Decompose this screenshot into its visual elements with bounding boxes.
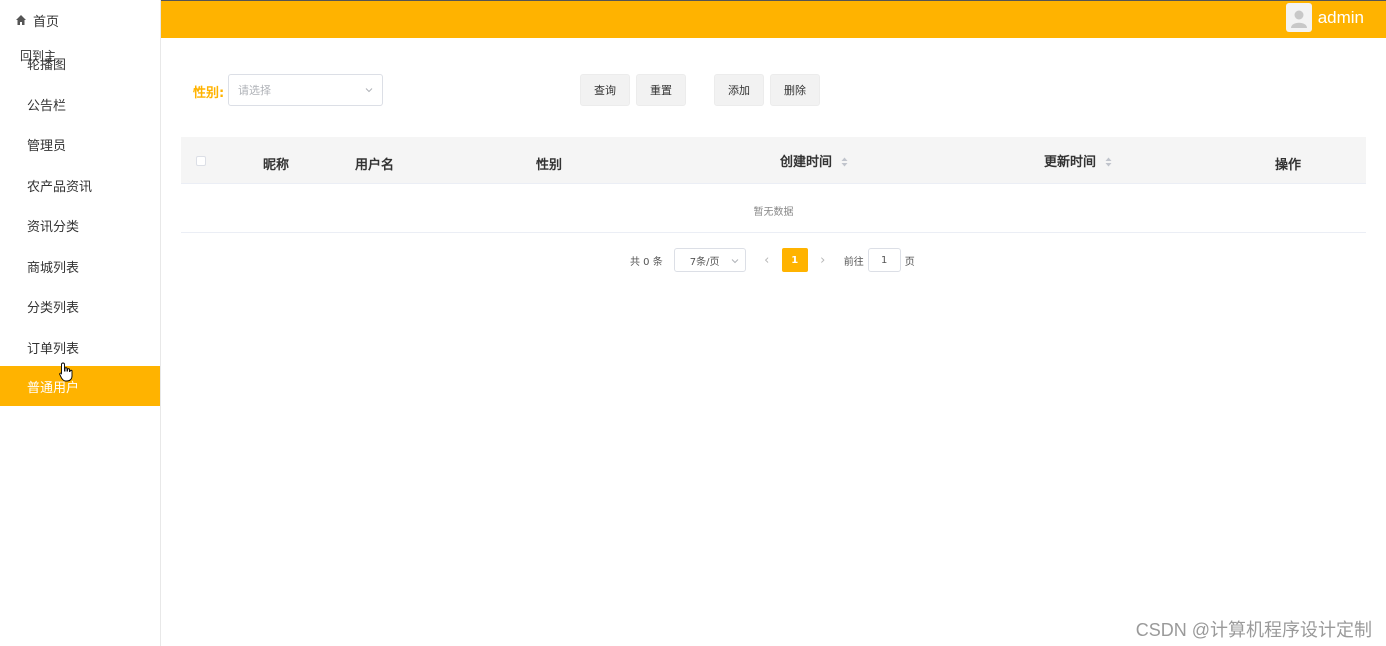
add-button[interactable]: 添加 — [714, 74, 764, 106]
column-header: 昵称 — [263, 158, 290, 173]
goto-page-input[interactable]: 1 — [867, 248, 901, 272]
goto-label: 前往 — [843, 256, 864, 268]
sidebar-item-admin[interactable]: 管理员 — [0, 124, 160, 164]
table-header: 昵称 用户名 性别 创建时间 更新时间 操作 — [181, 137, 1366, 184]
sidebar-item-label: 管理员 — [27, 138, 67, 154]
gender-filter-label: 性别: — [193, 86, 225, 101]
total-count: 共 0 条 — [630, 256, 663, 268]
prev-page-icon[interactable]: ‹ — [760, 248, 774, 272]
next-page-icon[interactable]: › — [816, 248, 830, 272]
top-header: admin — [161, 0, 1386, 38]
sidebar-item-label: 资讯分类 — [27, 219, 80, 235]
reset-button[interactable]: 重置 — [636, 74, 686, 106]
sidebar-item-label: 轮播图 — [27, 57, 67, 73]
table-body: 暂无数据 — [181, 184, 1366, 233]
hand-cursor-icon — [59, 362, 73, 382]
column-header-label: 创建时间 — [780, 155, 833, 170]
chevron-down-icon — [365, 88, 373, 93]
user-avatar-icon[interactable] — [1285, 3, 1312, 32]
sidebar-item-label: 农产品资讯 — [27, 179, 93, 195]
column-header-sortable[interactable]: 更新时间 — [1044, 151, 1112, 170]
page-number-button[interactable]: 1 — [781, 248, 808, 272]
sidebar-item-banner[interactable]: 轮播图 — [0, 43, 160, 83]
sidebar-item-home[interactable]: 首页 — [0, 0, 160, 40]
column-header: 性别 — [536, 158, 563, 173]
sidebar-item-label: 商城列表 — [27, 260, 80, 276]
delete-button[interactable]: 删除 — [770, 74, 820, 106]
query-button[interactable]: 查询 — [580, 74, 630, 106]
username: admin — [1317, 7, 1364, 27]
pagination: 共 0 条 7条/页 ‹ 1 › 前往 1 页 — [630, 248, 915, 272]
sidebar-item-news-category[interactable]: 资讯分类 — [0, 205, 160, 245]
column-header: 操作 — [1275, 158, 1302, 173]
sidebar-item-users[interactable]: 普通用户 — [0, 366, 160, 406]
users-table: 昵称 用户名 性别 创建时间 更新时间 操作 暂无数据 — [181, 137, 1366, 233]
sort-icon[interactable] — [1105, 157, 1112, 167]
goto-page: 前往 1 页 — [844, 248, 915, 272]
sidebar: 首页 回到主 轮播图 公告栏 管理员 农产品资讯 资讯分类 商城列表 分类列表 … — [0, 0, 161, 646]
gender-select[interactable]: 请选择 — [228, 74, 383, 106]
select-placeholder: 请选择 — [238, 84, 271, 97]
watermark: CSDN @计算机程序设计定制 — [1135, 620, 1372, 640]
sidebar-item-notice[interactable]: 公告栏 — [0, 84, 160, 124]
column-header: 用户名 — [355, 158, 395, 173]
sidebar-item-order-list[interactable]: 订单列表 — [0, 327, 160, 367]
sidebar-item-label: 分类列表 — [27, 300, 80, 316]
select-all-checkbox[interactable] — [196, 156, 206, 166]
user-menu[interactable]: admin — [1285, 3, 1364, 32]
page-suffix: 页 — [904, 256, 915, 268]
sidebar-item-product-news[interactable]: 农产品资讯 — [0, 165, 160, 205]
sidebar-item-label: 订单列表 — [27, 341, 80, 357]
sidebar-item-label: 公告栏 — [27, 98, 67, 114]
empty-text: 暂无数据 — [753, 207, 794, 218]
column-header-sortable[interactable]: 创建时间 — [780, 151, 848, 170]
column-header-label: 更新时间 — [1044, 155, 1097, 170]
home-icon — [16, 15, 26, 25]
sidebar-item-label: 首页 — [33, 14, 60, 30]
sidebar-item-shop-list[interactable]: 商城列表 — [0, 246, 160, 286]
page-size-value: 7条/页 — [689, 256, 720, 268]
sidebar-item-category-list[interactable]: 分类列表 — [0, 286, 160, 326]
chevron-down-icon — [731, 259, 739, 264]
sort-icon[interactable] — [841, 157, 848, 167]
page-size-select[interactable]: 7条/页 — [673, 248, 746, 272]
